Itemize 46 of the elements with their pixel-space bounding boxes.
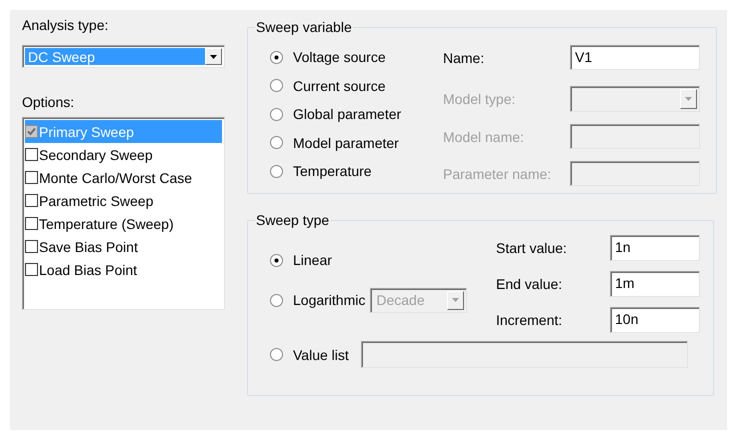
radio-label[interactable]: Voltage source [293,48,386,66]
input-field[interactable]: 1n [610,235,700,261]
checkbox[interactable] [25,194,38,207]
field-label: Increment: [496,311,564,329]
radio-label[interactable]: Model parameter [293,134,399,152]
field-label: Model name: [443,128,525,146]
input-field[interactable] [570,124,700,149]
option-item[interactable]: Parametric Sweep [25,189,222,212]
input-field[interactable]: V1 [570,45,700,70]
radio-button[interactable] [270,79,283,92]
checkbox[interactable] [25,217,38,230]
input-field[interactable]: 10n [610,307,700,333]
checkbox[interactable] [25,263,38,276]
field-label: Start value: [496,239,568,257]
option-item[interactable]: Temperature (Sweep) [25,212,222,235]
option-item[interactable]: Secondary Sweep [25,143,222,166]
checkbox[interactable] [25,240,38,253]
dropdown-field[interactable] [570,86,700,112]
option-item[interactable]: Monte Carlo/Worst Case [25,166,222,189]
field-label: Name: [443,48,486,66]
radio-button[interactable] [270,254,283,266]
option-item[interactable]: Save Bias Point [25,235,222,258]
radio-label[interactable]: Temperature [293,162,372,180]
caret-icon [452,298,460,302]
caret-icon [210,54,217,58]
analysis-type-label: Analysis type: [22,16,110,34]
radio-label[interactable]: Logarithmic [293,291,366,309]
field-label: Parameter name: [443,164,552,182]
radio-button[interactable] [270,136,283,150]
caret-icon [685,97,692,101]
radio-label[interactable]: Current source [293,76,386,95]
dropdown-arrow-button[interactable] [205,48,222,65]
radio-button[interactable] [270,50,283,64]
radio-button[interactable] [270,164,283,178]
radio-button[interactable] [270,294,283,306]
checkbox[interactable] [25,171,38,184]
input-field[interactable] [570,161,700,186]
input-field[interactable]: 1m [610,271,700,297]
options-label: Options: [22,93,76,111]
radio-button[interactable] [270,108,283,121]
field-label: Model type: [443,90,516,108]
checkbox[interactable] [25,148,38,161]
field-label: End value: [496,275,564,293]
radio-label[interactable]: Linear [293,251,332,269]
radio-label[interactable]: Global parameter [293,105,402,124]
option-item[interactable]: Load Bias Point [25,258,222,281]
